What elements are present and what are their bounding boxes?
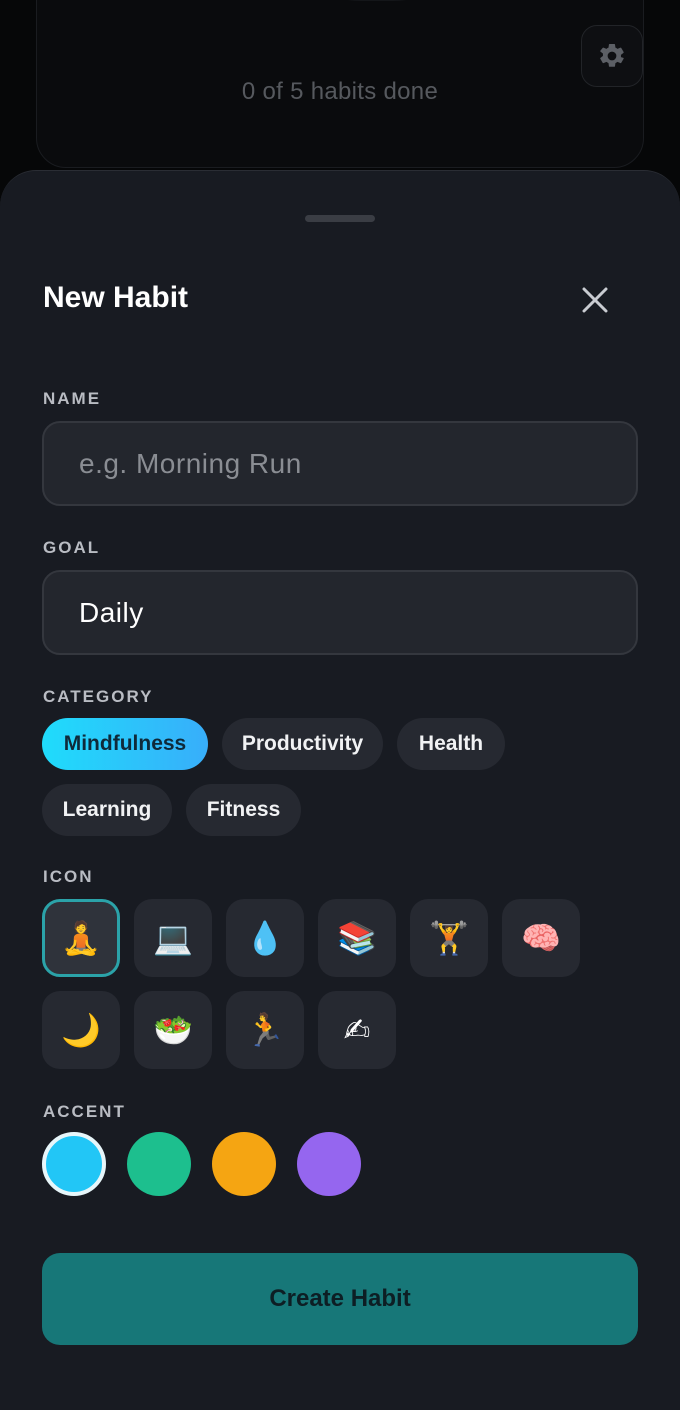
books-icon: 📚 <box>337 919 377 957</box>
close-icon <box>582 287 608 313</box>
settings-button[interactable] <box>581 25 643 87</box>
goal-value: Daily <box>79 596 144 628</box>
gear-icon <box>600 43 624 67</box>
progress-text: 0 of 5 habits done <box>241 78 439 105</box>
name-field-container <box>42 421 638 506</box>
progress-ring <box>271 0 483 1</box>
laptop-icon: 💻 <box>153 919 193 957</box>
category-chip-mindfulness[interactable]: Mindfulness <box>42 718 208 770</box>
icon-option-droplet[interactable]: 💧 <box>226 899 304 977</box>
icon-option-salad[interactable]: 🥗 <box>134 991 212 1069</box>
icon-option-books[interactable]: 📚 <box>318 899 396 977</box>
icon-option-laptop[interactable]: 💻 <box>134 899 212 977</box>
sheet-grabber[interactable] <box>305 215 375 222</box>
category-chip-learning[interactable]: Learning <box>42 784 172 836</box>
name-label: NAME <box>43 389 102 408</box>
category-chip-fitness[interactable]: Fitness <box>186 784 301 836</box>
icon-option-weightlifter[interactable]: 🏋 <box>410 899 488 977</box>
droplet-icon: 💧 <box>245 919 285 957</box>
accent-swatch-amber[interactable] <box>212 1132 276 1196</box>
category-chip-productivity[interactable]: Productivity <box>222 718 383 770</box>
icon-option-runner[interactable]: 🏃 <box>226 991 304 1069</box>
salad-icon: 🥗 <box>153 1011 193 1049</box>
weightlifter-icon: 🏋 <box>429 919 469 957</box>
category-chip-health[interactable]: Health <box>397 718 505 770</box>
sheet-title: New Habit <box>43 281 189 314</box>
icon-label: ICON <box>43 867 94 886</box>
moon-icon: 🌙 <box>61 1011 101 1049</box>
category-label: CATEGORY <box>43 687 154 706</box>
accent-swatch-cyan[interactable] <box>42 1132 106 1196</box>
accent-swatch-purple[interactable] <box>297 1132 361 1196</box>
close-button[interactable] <box>574 279 616 321</box>
runner-icon: 🏃 <box>245 1011 285 1049</box>
icon-option-meditation[interactable]: 🧘 <box>42 899 120 977</box>
name-input[interactable] <box>79 447 636 480</box>
icon-option-writing-hand[interactable]: ✍ <box>318 991 396 1069</box>
meditation-icon: 🧘 <box>61 919 101 957</box>
accent-label: ACCENT <box>43 1102 126 1121</box>
new-habit-sheet: New Habit NAME GOAL Daily CATEGORY Mindf… <box>0 170 680 1410</box>
goal-label: GOAL <box>43 538 101 557</box>
accent-swatch-green[interactable] <box>127 1132 191 1196</box>
icon-option-brain[interactable]: 🧠 <box>502 899 580 977</box>
create-habit-button[interactable]: Create Habit <box>42 1253 638 1345</box>
writing-hand-icon: ✍ <box>343 1011 371 1049</box>
goal-select[interactable]: Daily <box>42 570 638 655</box>
icon-option-moon[interactable]: 🌙 <box>42 991 120 1069</box>
brain-icon: 🧠 <box>521 919 561 957</box>
